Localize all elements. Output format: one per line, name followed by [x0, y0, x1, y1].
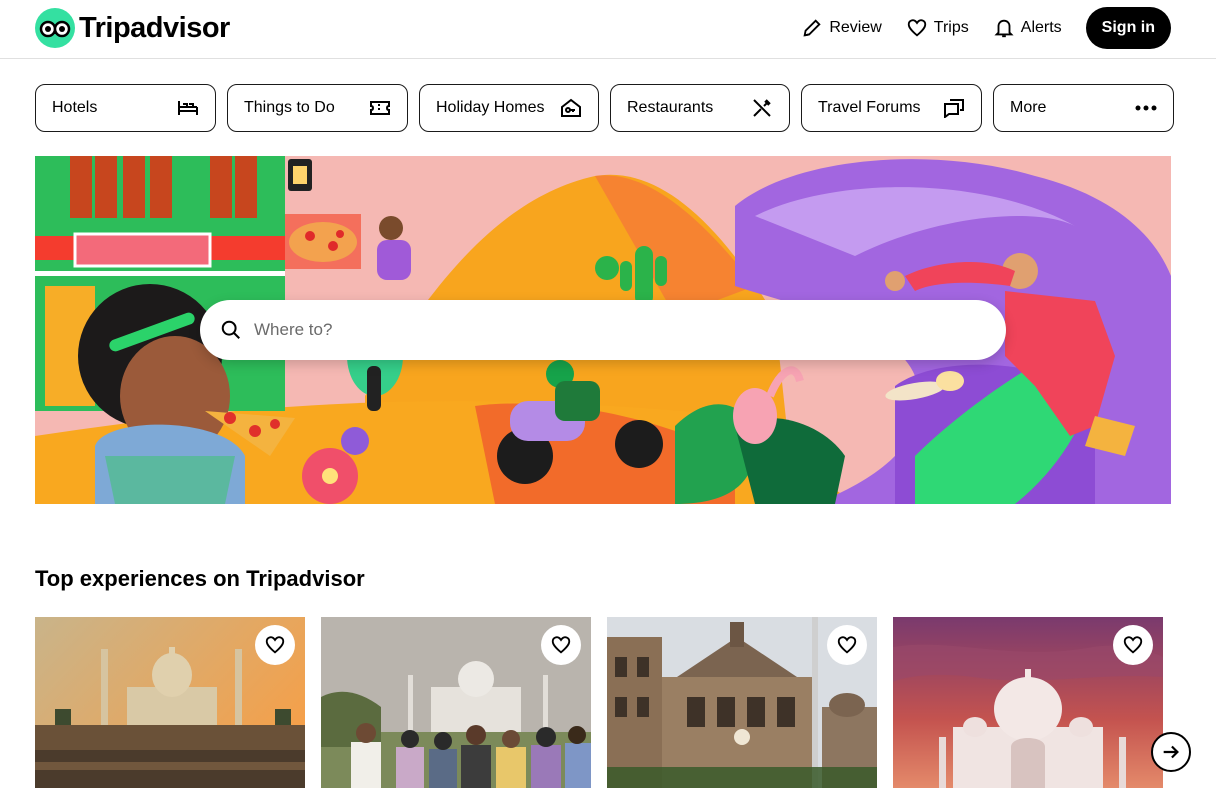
tab-label: Things to Do — [244, 99, 335, 116]
heart-icon — [1123, 636, 1143, 654]
alerts-link[interactable]: Alerts — [993, 17, 1062, 39]
tab-label: More — [1010, 99, 1047, 116]
tab-things-to-do[interactable]: Things to Do — [227, 84, 408, 132]
save-button[interactable] — [255, 625, 295, 665]
section-title: Top experiences on Tripadvisor — [35, 566, 365, 591]
tab-more[interactable]: More — [993, 84, 1174, 132]
more-dots-icon — [1135, 105, 1157, 111]
carousel-next-button[interactable] — [1151, 732, 1191, 772]
site-header: Tripadvisor Review Trips Alerts Sign in — [0, 0, 1216, 59]
pencil-icon — [803, 19, 821, 37]
save-button[interactable] — [827, 625, 867, 665]
owl-logo-icon — [35, 8, 75, 48]
tab-label: Holiday Homes — [436, 99, 545, 116]
fork-knife-icon — [753, 99, 771, 117]
bell-icon — [994, 19, 1014, 38]
trips-label: Trips — [933, 19, 969, 36]
experience-card[interactable] — [35, 617, 305, 788]
heart-icon — [837, 636, 857, 654]
search-icon — [221, 320, 240, 339]
search-input[interactable] — [254, 320, 954, 340]
heart-icon — [551, 636, 571, 654]
arrow-right-icon — [1163, 745, 1179, 759]
sign-in-button[interactable]: Sign in — [1085, 7, 1171, 49]
category-tabs: Hotels Things to Do Holiday Homes Restau… — [35, 84, 1174, 132]
logo-text: Tripadvisor — [79, 11, 230, 44]
tab-label: Travel Forums — [818, 99, 921, 116]
review-link[interactable]: Review — [801, 17, 882, 39]
alerts-label: Alerts — [1020, 19, 1062, 36]
heart-icon — [907, 19, 926, 37]
tripadvisor-logo[interactable]: Tripadvisor — [35, 8, 230, 48]
experience-card[interactable] — [607, 617, 877, 788]
tab-travel-forums[interactable]: Travel Forums — [801, 84, 982, 132]
ticket-icon — [370, 101, 390, 115]
tab-label: Restaurants — [627, 99, 714, 116]
review-label: Review — [829, 19, 882, 36]
heart-icon — [265, 636, 285, 654]
tab-hotels[interactable]: Hotels — [35, 84, 216, 132]
hero-banner — [35, 156, 1171, 504]
save-button[interactable] — [541, 625, 581, 665]
experience-card[interactable] — [321, 617, 591, 788]
tab-restaurants[interactable]: Restaurants — [610, 84, 790, 132]
tab-label: Hotels — [52, 99, 98, 116]
search-bar[interactable] — [200, 300, 1006, 360]
tab-holiday-homes[interactable]: Holiday Homes — [419, 84, 599, 132]
house-key-icon — [561, 98, 581, 117]
experience-card[interactable] — [893, 617, 1163, 788]
trips-link[interactable]: Trips — [906, 17, 969, 39]
save-button[interactable] — [1113, 625, 1153, 665]
header-nav: Review Trips Alerts Sign in — [801, 7, 1171, 49]
experience-cards — [35, 617, 1163, 788]
chat-bubbles-icon — [944, 99, 964, 118]
bed-icon — [178, 101, 198, 115]
